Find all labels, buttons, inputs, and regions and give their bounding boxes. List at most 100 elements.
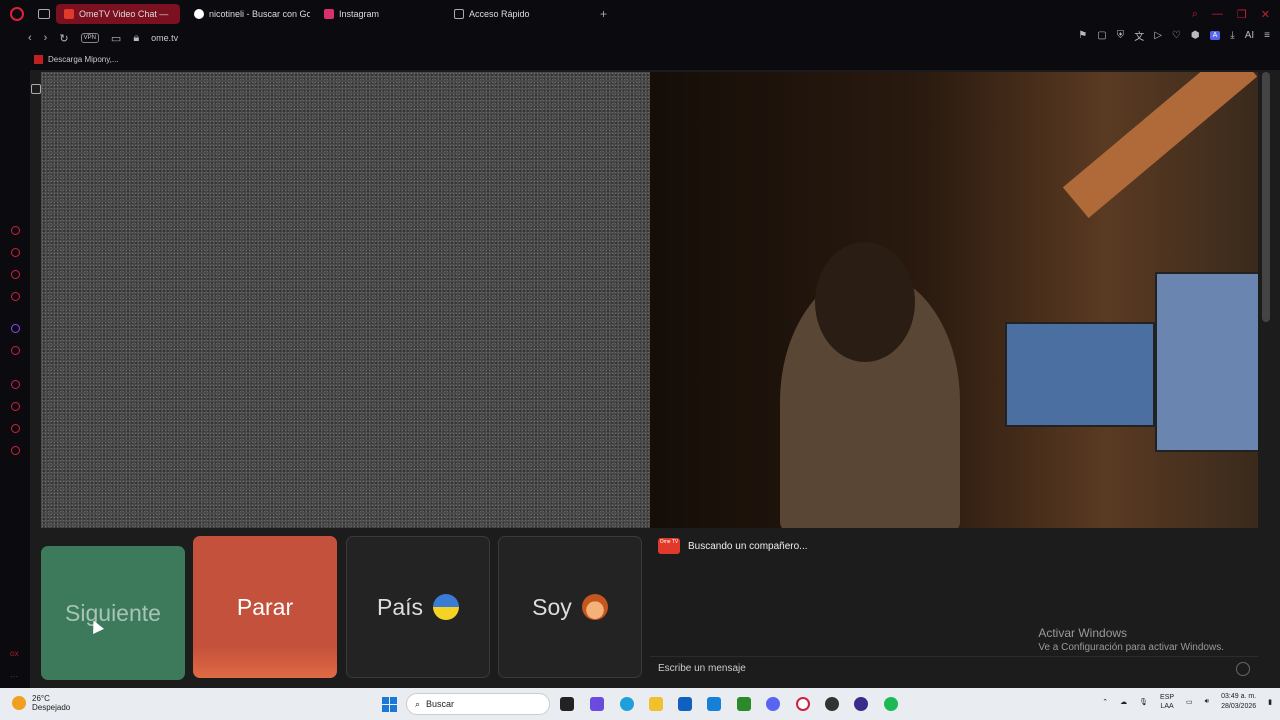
file-explorer-icon[interactable]: [649, 697, 663, 711]
bookmark-icon[interactable]: ⚑: [1078, 30, 1087, 41]
taskbar-search[interactable]: ⌕ Buscar: [406, 693, 550, 715]
music-icon[interactable]: [11, 346, 20, 355]
new-tab-button[interactable]: +: [600, 7, 607, 21]
profile-avatar[interactable]: A: [1209, 31, 1221, 40]
opera-logo-icon[interactable]: [10, 7, 24, 21]
search-tabs-icon[interactable]: ⌕: [1192, 8, 1198, 21]
mail-icon[interactable]: [11, 292, 20, 301]
settings-icon[interactable]: [11, 446, 20, 455]
bookmark-item[interactable]: Descarga Mipony,...: [48, 55, 119, 64]
tab-instagram[interactable]: Instagram: [316, 4, 440, 24]
windows-activation-watermark: Activar Windows Ve a Configuración para …: [1038, 626, 1224, 653]
discord-icon[interactable]: [766, 697, 780, 711]
vpn-badge[interactable]: VPN: [80, 33, 99, 43]
player-icon[interactable]: [11, 380, 20, 389]
camera-icon[interactable]: ▭: [111, 32, 121, 45]
notification-icon[interactable]: ▮: [1268, 698, 1272, 706]
watermark-subtitle: Ve a Configuración para activar Windows.: [1038, 642, 1224, 653]
date: 28/03/2026: [1221, 703, 1257, 710]
ometv-page: Siguiente Parar País Soy Ome TV Buscando…: [30, 70, 1280, 688]
steam-icon[interactable]: [825, 697, 839, 711]
snapshot-icon[interactable]: ▢: [1097, 30, 1106, 41]
status-text: Buscando un compañero...: [688, 540, 808, 552]
forward-icon[interactable]: ›: [44, 32, 48, 44]
outlook-icon[interactable]: [707, 697, 721, 711]
mipony-icon: [34, 54, 43, 64]
search-placeholder: Buscar: [426, 699, 455, 709]
temperature: 26°C: [32, 694, 50, 703]
stop-label: Parar: [236, 593, 294, 620]
extension-icon[interactable]: ⬢: [1191, 30, 1200, 41]
copilot-icon[interactable]: [590, 697, 604, 711]
tab-label: nicotineli - Buscar con Go: [209, 9, 310, 19]
self-camera-video: [650, 72, 1258, 528]
gender-button[interactable]: Soy: [498, 536, 642, 678]
chat-panel: Ome TV Buscando un compañero... Activar …: [650, 528, 1258, 688]
store-icon[interactable]: [678, 697, 692, 711]
chevron-up-icon[interactable]: ⌃: [1102, 698, 1108, 706]
obs-icon[interactable]: [854, 697, 868, 711]
download-icon[interactable]: ⤓: [1230, 30, 1234, 41]
close-icon[interactable]: ✕: [1261, 8, 1270, 21]
store-icon[interactable]: [11, 248, 20, 257]
ukraine-flag-icon: [433, 594, 460, 620]
opera-sidebar: GX ···: [0, 70, 30, 688]
system-tray: ⌃ ☁ 🎙︎ ESP LAA ▭ 🔊︎ 03:49 a. m. 28/03/20…: [1102, 692, 1272, 712]
next-button[interactable]: Siguiente: [41, 546, 185, 680]
url-field[interactable]: ome.tv: [151, 33, 178, 43]
network-icon[interactable]: ▭: [1186, 698, 1193, 706]
task-view-icon[interactable]: [560, 697, 574, 711]
menu-icon[interactable]: ≡: [1264, 30, 1270, 41]
opera-gx-icon[interactable]: [796, 697, 810, 711]
tab-label: Acceso Rápido: [469, 9, 530, 19]
message-placeholder: Escribe un mensaje: [658, 663, 746, 674]
weather-moon-icon: [12, 696, 26, 710]
message-input[interactable]: Escribe un mensaje: [650, 656, 1258, 680]
history-icon[interactable]: [11, 402, 20, 411]
scrollbar[interactable]: [1262, 72, 1270, 322]
aria-icon[interactable]: [11, 226, 20, 235]
play-icon[interactable]: ▷: [1154, 30, 1162, 41]
news-icon[interactable]: [11, 270, 20, 279]
emoji-icon[interactable]: [1236, 661, 1250, 676]
clock[interactable]: 03:49 a. m. 28/03/2026: [1221, 692, 1256, 712]
mods-icon[interactable]: [11, 424, 20, 433]
microphone-icon[interactable]: 🎙︎: [1139, 698, 1148, 706]
toolbar-icons: ⚑ ▢ ⛨ 文 ▷ ♡ ⬢ A ⤓ AI ≡: [1078, 28, 1270, 43]
lang-layout: LAA: [1160, 703, 1174, 710]
heart-icon[interactable]: ♡: [1172, 30, 1181, 41]
windows-start-icon[interactable]: [382, 697, 397, 712]
reload-icon[interactable]: ↻: [59, 32, 68, 45]
volume-icon[interactable]: 🔊︎: [1205, 698, 1209, 706]
ai-button[interactable]: AI: [1245, 30, 1254, 41]
country-button[interactable]: País: [346, 536, 490, 678]
country-label: País: [376, 593, 424, 620]
partner-video-static: [41, 72, 650, 528]
shield-icon[interactable]: ⛨: [1117, 30, 1125, 41]
stop-button[interactable]: Parar: [193, 536, 337, 678]
back-icon[interactable]: ‹: [28, 32, 32, 44]
translate-icon[interactable]: 文: [1134, 28, 1144, 43]
tab-speed-dial[interactable]: Acceso Rápido: [446, 4, 570, 24]
tab-label: Instagram: [339, 9, 380, 19]
watermark-title: Activar Windows: [1038, 626, 1128, 640]
bookmarks-bar: Descarga Mipony,...: [28, 50, 119, 68]
lock-icon[interactable]: 🔒︎: [133, 32, 139, 45]
more-icon[interactable]: ···: [10, 672, 18, 681]
onedrive-icon[interactable]: ☁: [1120, 698, 1127, 706]
maximize-icon[interactable]: ❐: [1237, 8, 1247, 21]
minimize-icon[interactable]: —: [1212, 8, 1223, 21]
popout-icon[interactable]: [31, 84, 41, 94]
weather-widget[interactable]: 26°C Despejado: [12, 694, 70, 712]
twitch-icon[interactable]: [11, 324, 20, 333]
language-indicator[interactable]: ESP LAA: [1160, 693, 1174, 711]
tab-google-search[interactable]: nicotineli - Buscar con Go: [186, 4, 310, 24]
edge-icon[interactable]: [620, 697, 634, 711]
spotify-icon[interactable]: [884, 697, 898, 711]
monitor-screen: [1155, 272, 1258, 452]
minecraft-icon[interactable]: [737, 697, 751, 711]
tab-ometv[interactable]: OmeTV Video Chat —: [56, 4, 180, 24]
tab-island-icon[interactable]: [38, 9, 50, 19]
google-favicon-icon: [194, 9, 204, 19]
lang-code: ESP: [1160, 694, 1175, 701]
